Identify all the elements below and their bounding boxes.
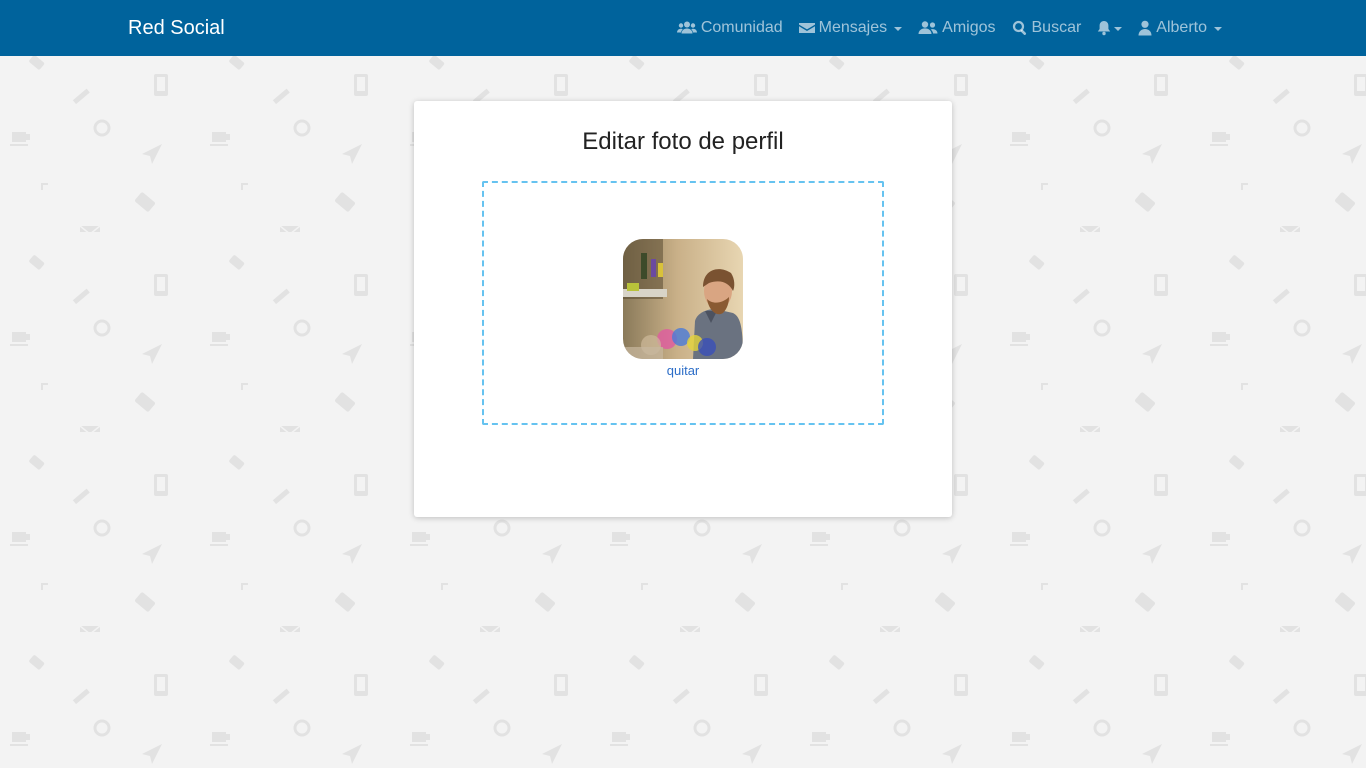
- nav-item-notificaciones[interactable]: [1089, 20, 1130, 36]
- nav-item-mensajes[interactable]: Mensajes: [791, 18, 910, 38]
- card-title: Editar foto de perfil: [582, 128, 784, 155]
- users-icon: [676, 21, 697, 34]
- user-friends-icon: [918, 21, 938, 34]
- nav-label-usuario: Alberto: [1156, 19, 1207, 36]
- photo-dropzone[interactable]: quitar: [482, 181, 884, 425]
- bell-icon: [1098, 21, 1111, 36]
- remove-photo-link[interactable]: quitar: [484, 363, 882, 379]
- nav-item-amigos[interactable]: Amigos: [910, 18, 1003, 38]
- profile-photo-preview: [623, 239, 743, 359]
- chevron-down-icon: [1114, 27, 1123, 31]
- nav-item-comunidad[interactable]: Comunidad: [669, 18, 791, 38]
- top-navbar: Red Social Comunidad Mensajes Amigos Bus…: [0, 0, 1366, 56]
- brand-link[interactable]: Red Social: [128, 16, 225, 40]
- nav-items: Comunidad Mensajes Amigos Buscar Alberto: [669, 0, 1230, 56]
- nav-label-mensajes: Mensajes: [818, 19, 888, 36]
- nav-label-amigos: Amigos: [942, 19, 996, 36]
- envelope-icon: [798, 23, 815, 33]
- nav-item-buscar[interactable]: Buscar: [1004, 18, 1090, 38]
- nav-label-comunidad: Comunidad: [700, 19, 783, 36]
- search-icon: [1012, 20, 1026, 35]
- chevron-down-icon: [1214, 27, 1222, 31]
- nav-label-buscar: Buscar: [1031, 19, 1082, 36]
- edit-photo-card: Editar foto de perfil quitar: [414, 101, 952, 517]
- chevron-down-icon: [894, 27, 903, 31]
- nav-item-usuario[interactable]: Alberto: [1130, 18, 1230, 38]
- user-icon: [1138, 20, 1152, 36]
